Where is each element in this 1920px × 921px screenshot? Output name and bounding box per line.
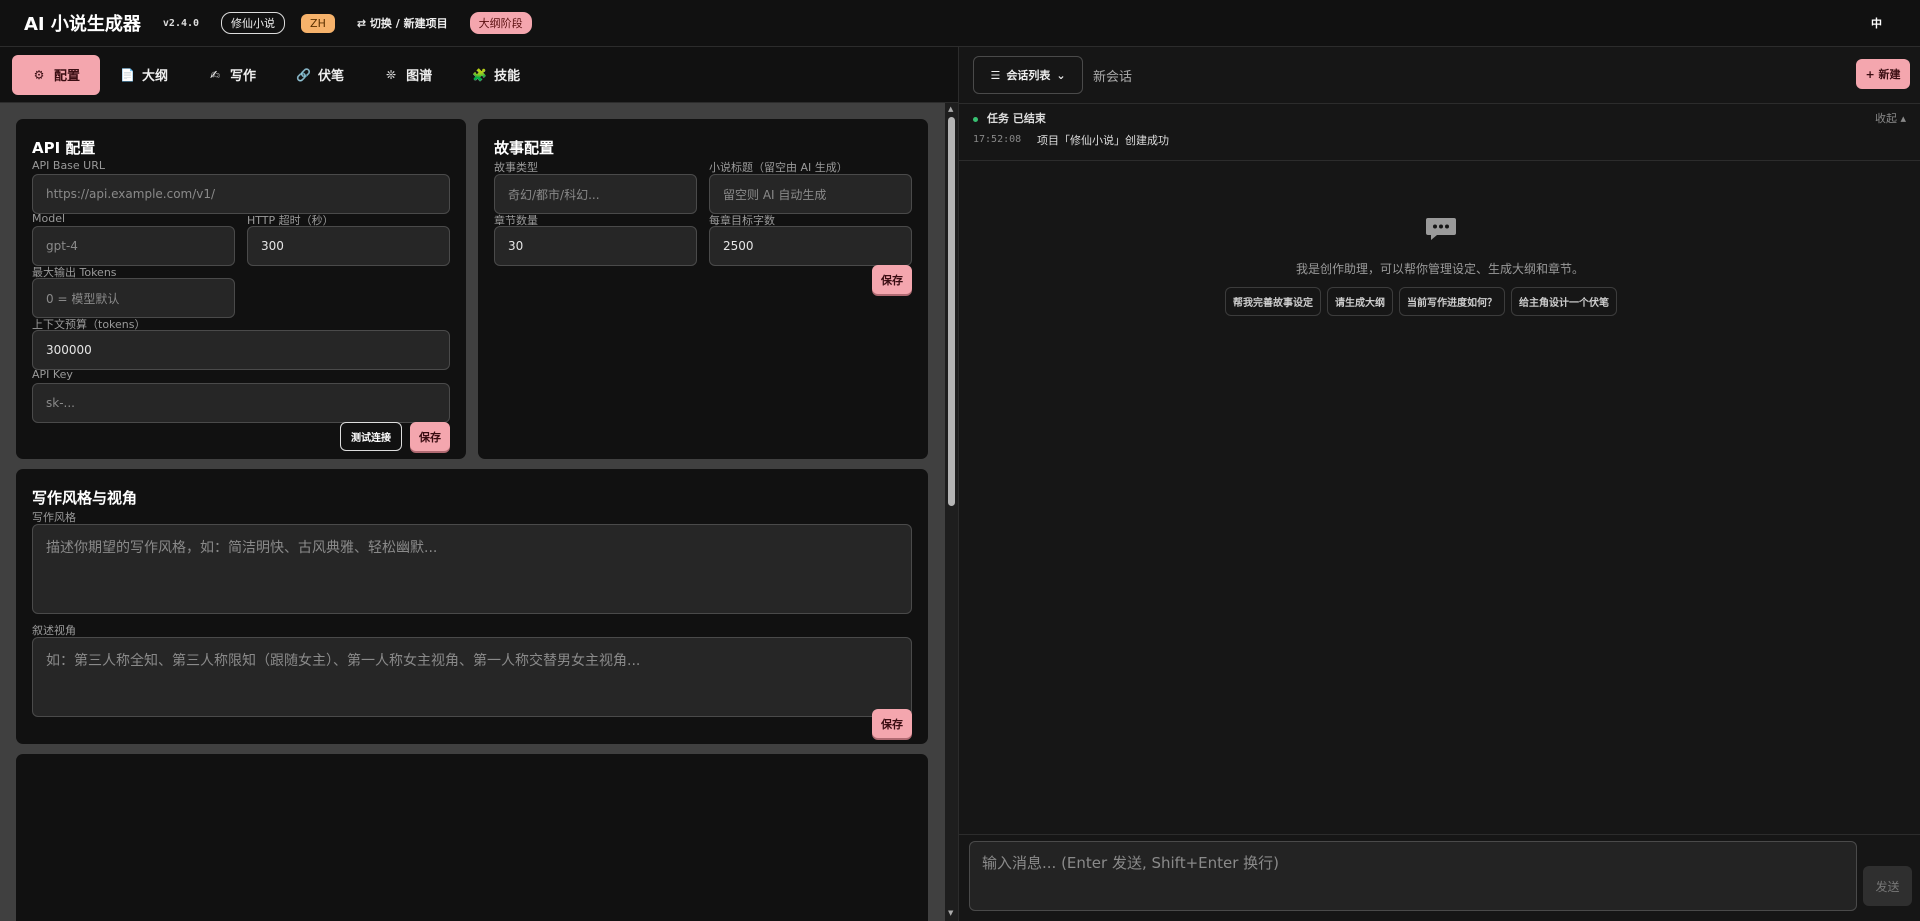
pov-label: 叙述视角	[32, 624, 76, 637]
test-connection-button[interactable]: 测试连接	[340, 422, 402, 451]
base-url-input[interactable]: https://api.example.com/v1/	[32, 174, 450, 214]
max-tokens-input[interactable]: 0 = 模型默认	[32, 278, 235, 318]
story-config-card: 故事配置 故事类型 奇幻/都市/科幻... 小说标题（留空由 AI 生成） 留空…	[478, 119, 928, 459]
conversation-list-button[interactable]: ☰ 会话列表 ⌄	[973, 56, 1083, 94]
menu-icon: ☰	[990, 68, 1001, 82]
save-api-button[interactable]: 保存	[410, 422, 450, 451]
tab-config[interactable]: ⚙ 配置	[12, 54, 101, 95]
tab-bar: ⚙ 配置 📄 大纲 ✍ 写作 🔗 伏笔 ❊ 图谱 🧩 技能	[0, 47, 958, 103]
left-panel: ⚙ 配置 📄 大纲 ✍ 写作 🔗 伏笔 ❊ 图谱 🧩 技能 API 配置 API Base …	[0, 47, 958, 921]
message-input[interactable]: 输入消息... (Enter 发送, Shift+Enter 换行)	[969, 841, 1857, 911]
suggestion-chip[interactable]: 帮我完善故事设定	[1225, 287, 1321, 316]
suggestion-chip[interactable]: 请生成大纲	[1327, 287, 1393, 316]
pov-textarea[interactable]: 如：第三人称全知、第三人称限知（跟随女主）、第一人称女主视角、第一人称交替男女主…	[32, 637, 912, 717]
graph-icon: ❊	[386, 67, 397, 82]
card-title: 写作风格与视角	[32, 489, 138, 507]
scroll-down-icon[interactable]: ▼	[948, 909, 953, 917]
style-config-card: 写作风格与视角 写作风格 描述你期望的写作风格，如：简洁明快、古风典雅、轻松幽默…	[16, 469, 928, 744]
chat-bubble-icon	[1426, 218, 1456, 240]
status-dot-icon	[973, 117, 978, 122]
api-key-input[interactable]: sk-...	[32, 383, 450, 423]
tab-skills[interactable]: 🧩 技能	[452, 55, 540, 95]
tab-label: 写作	[230, 69, 257, 84]
chevron-down-icon: ⌄	[1056, 68, 1066, 82]
writing-hand-icon: ✍	[210, 67, 221, 82]
card-title: 故事配置	[494, 139, 555, 157]
next-config-card	[16, 754, 928, 921]
language-toggle[interactable]: 中	[1871, 15, 1882, 31]
scrollbar-thumb[interactable]	[948, 117, 955, 506]
puzzle-icon: 🧩	[472, 67, 488, 82]
genre-label: 故事类型	[494, 161, 538, 174]
collapse-button[interactable]: 收起 ▴	[1875, 110, 1906, 126]
timeout-input[interactable]: 300	[247, 226, 450, 266]
style-textarea[interactable]: 描述你期望的写作风格，如：简洁明快、古风典雅、轻松幽默...	[32, 524, 912, 614]
app-title: AI 小说生成器	[24, 14, 141, 35]
project-badge[interactable]: 修仙小说	[221, 12, 286, 34]
tab-graph[interactable]: ❊ 图谱	[364, 55, 452, 95]
chapters-input[interactable]: 30	[494, 226, 697, 266]
message-composer: 输入消息... (Enter 发送, Shift+Enter 换行) 发送	[959, 834, 1920, 921]
save-style-button[interactable]: 保存	[872, 709, 912, 738]
scroll-up-icon[interactable]: ▲	[948, 105, 953, 113]
api-config-card: API 配置 API Base URL https://api.example.…	[16, 119, 466, 459]
language-badge[interactable]: ZH	[301, 13, 335, 33]
tab-foreshadow[interactable]: 🔗 伏笔	[276, 55, 364, 95]
assistant-hint: 我是创作助理，可以帮你管理设定、生成大纲和章节。	[1295, 262, 1584, 276]
chat-panel: ☰ 会话列表 ⌄ 新会话 + 新建 任务 已结束 收起 ▴ 17:52:08 项…	[958, 47, 1920, 921]
config-scroll-area: API 配置 API Base URL https://api.example.…	[0, 103, 958, 921]
suggestion-chips: 帮我完善故事设定 请生成大纲 当前写作进度如何？ 给主角设计一个伏笔	[1225, 287, 1617, 316]
tab-label: 大纲	[142, 69, 169, 84]
log-timestamp: 17:52:08	[973, 134, 1022, 145]
card-title: API 配置	[32, 139, 96, 157]
genre-input[interactable]: 奇幻/都市/科幻...	[494, 174, 697, 214]
stage-badge: 大纲阶段	[469, 12, 532, 34]
model-label: Model	[32, 212, 66, 225]
task-status: 任务 已结束 收起 ▴ 17:52:08 项目「修仙小说」创建成功	[959, 104, 1920, 161]
novel-title-label: 小说标题（留空由 AI 生成）	[709, 161, 848, 174]
style-label: 写作风格	[32, 511, 76, 524]
tab-writing[interactable]: ✍ 写作	[188, 55, 276, 95]
model-input[interactable]: gpt-4	[32, 226, 235, 266]
words-input[interactable]: 2500	[709, 226, 912, 266]
tab-label: 图谱	[406, 69, 433, 84]
api-key-label: API Key	[32, 368, 73, 381]
vertical-scrollbar[interactable]: ▲ ▼	[945, 103, 958, 921]
log-message: 项目「修仙小说」创建成功	[1037, 134, 1169, 147]
tab-label: 技能	[494, 69, 521, 84]
novel-title-input[interactable]: 留空则 AI 自动生成	[709, 174, 912, 214]
base-url-label: API Base URL	[32, 159, 106, 172]
tab-label: 配置	[54, 69, 81, 84]
new-conversation-button[interactable]: + 新建	[1856, 59, 1910, 89]
document-icon: 📄	[120, 67, 135, 82]
gear-icon: ⚙	[33, 67, 45, 82]
tab-outline[interactable]: 📄 大纲	[100, 55, 188, 95]
conversation-list-label: 会话列表	[1006, 69, 1051, 82]
tab-label: 伏笔	[318, 69, 345, 84]
conversation-title: 新会话	[1093, 69, 1133, 85]
switch-project-button[interactable]: ⇄ 切换 / 新建项目	[357, 15, 448, 31]
chat-header: ☰ 会话列表 ⌄ 新会话 + 新建	[959, 47, 1920, 104]
suggestion-chip[interactable]: 给主角设计一个伏笔	[1511, 287, 1617, 316]
context-budget-input[interactable]: 300000	[32, 330, 450, 370]
version-label: v2.4.0	[162, 17, 200, 29]
send-button[interactable]: 发送	[1863, 866, 1912, 906]
top-bar: AI 小说生成器 v2.4.0 修仙小说 ZH ⇄ 切换 / 新建项目 大纲阶段…	[0, 0, 1920, 47]
save-story-button[interactable]: 保存	[872, 265, 912, 294]
link-icon: 🔗	[296, 67, 311, 82]
task-status-text: 任务 已结束	[987, 112, 1046, 125]
suggestion-chip[interactable]: 当前写作进度如何？	[1399, 287, 1505, 316]
